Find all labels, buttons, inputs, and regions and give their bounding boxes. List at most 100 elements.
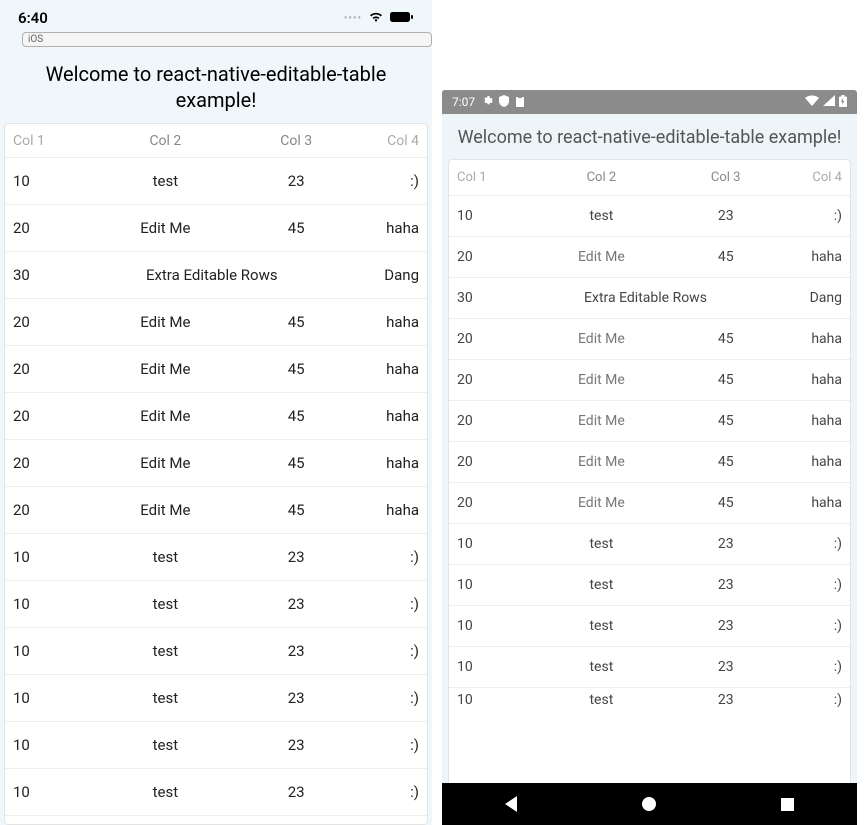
cell[interactable]: 20 <box>449 249 521 265</box>
cell[interactable]: :) <box>770 618 850 634</box>
cell[interactable]: :) <box>343 642 427 660</box>
cell[interactable]: haha <box>343 360 427 378</box>
cell[interactable]: Edit Me <box>81 454 250 472</box>
cell[interactable]: Edit Me <box>521 249 681 265</box>
cell[interactable]: 23 <box>250 736 343 754</box>
cell[interactable]: 20 <box>5 454 81 472</box>
col-header[interactable]: Col 1 <box>5 133 81 149</box>
cell[interactable]: 23 <box>682 692 770 708</box>
cell[interactable]: haha <box>770 331 850 347</box>
cell[interactable]: 45 <box>250 454 343 472</box>
cell[interactable]: test <box>521 692 681 708</box>
cell[interactable]: 10 <box>5 736 81 754</box>
table-row[interactable]: 20Edit Me45haha <box>5 393 427 440</box>
cell[interactable]: 23 <box>250 783 343 801</box>
cell[interactable]: 10 <box>449 618 521 634</box>
cell[interactable]: 45 <box>682 249 770 265</box>
home-button[interactable] <box>642 797 656 811</box>
table-row[interactable]: 10test23:) <box>5 534 427 581</box>
cell[interactable]: haha <box>770 372 850 388</box>
cell[interactable]: 45 <box>250 360 343 378</box>
table-row[interactable]: 10test23:) <box>5 581 427 628</box>
table-row[interactable]: 10test23:) <box>5 722 427 769</box>
cell[interactable]: 45 <box>250 219 343 237</box>
cell[interactable]: :) <box>343 172 427 190</box>
table-row[interactable]: 20Edit Me45haha <box>5 487 427 534</box>
table-row[interactable]: 10test23:) <box>5 158 427 205</box>
cell[interactable]: 20 <box>5 219 81 237</box>
cell[interactable]: haha <box>343 313 427 331</box>
col-header[interactable]: Col 3 <box>250 133 343 149</box>
table-row[interactable]: 30Extra Editable RowsDang <box>5 252 427 299</box>
cell[interactable]: 23 <box>682 618 770 634</box>
cell[interactable]: 10 <box>5 548 81 566</box>
cell[interactable]: 45 <box>250 313 343 331</box>
table-row[interactable]: 20Edit Me45haha <box>449 442 850 483</box>
cell[interactable]: :) <box>343 689 427 707</box>
cell[interactable]: 20 <box>449 413 521 429</box>
cell[interactable]: 10 <box>449 208 521 224</box>
cell[interactable]: :) <box>343 548 427 566</box>
cell[interactable]: Edit Me <box>521 495 681 511</box>
cell[interactable]: 45 <box>682 372 770 388</box>
cell[interactable]: :) <box>343 736 427 754</box>
cell[interactable]: 10 <box>449 536 521 552</box>
cell[interactable]: 23 <box>682 536 770 552</box>
cell[interactable]: 45 <box>250 501 343 519</box>
table-body[interactable]: 10test23:)20Edit Me45haha30Extra Editabl… <box>5 158 427 816</box>
cell[interactable]: 10 <box>449 659 521 675</box>
back-button[interactable] <box>505 796 517 812</box>
cell[interactable]: 23 <box>682 208 770 224</box>
cell-merged[interactable]: Extra Editable Rows <box>81 266 343 284</box>
table-row[interactable]: 10test23:) <box>449 196 850 237</box>
cell[interactable]: test <box>81 642 250 660</box>
col-header[interactable]: Col 4 <box>770 170 850 185</box>
table-body[interactable]: 10test23:)20Edit Me45haha30Extra Editabl… <box>449 196 850 818</box>
cell[interactable]: 23 <box>250 548 343 566</box>
table-row[interactable]: 20Edit Me45haha <box>449 401 850 442</box>
cell[interactable]: haha <box>770 495 850 511</box>
cell[interactable]: Edit Me <box>521 454 681 470</box>
cell[interactable]: Edit Me <box>81 360 250 378</box>
cell[interactable]: :) <box>770 659 850 675</box>
recents-button[interactable] <box>781 798 794 811</box>
col-header[interactable]: Col 1 <box>449 170 521 185</box>
cell[interactable]: 10 <box>5 172 81 190</box>
cell[interactable]: 45 <box>682 495 770 511</box>
table-row[interactable]: 20Edit Me45haha <box>5 346 427 393</box>
table-row[interactable]: 10test23:) <box>5 675 427 722</box>
cell[interactable]: 10 <box>5 642 81 660</box>
cell[interactable]: 10 <box>449 692 521 708</box>
cell[interactable]: haha <box>770 413 850 429</box>
cell[interactable]: test <box>521 208 681 224</box>
table-row[interactable]: 10test23:) <box>449 565 850 606</box>
table-row[interactable]: 20Edit Me45haha <box>449 483 850 524</box>
cell[interactable]: 20 <box>5 407 81 425</box>
cell[interactable]: test <box>81 548 250 566</box>
cell[interactable]: :) <box>770 208 850 224</box>
table-row[interactable]: 10test23:) <box>449 606 850 647</box>
col-header[interactable]: Col 2 <box>521 170 681 185</box>
cell[interactable]: 23 <box>682 659 770 675</box>
cell[interactable]: Edit Me <box>521 372 681 388</box>
table-row[interactable]: 20Edit Me45haha <box>449 237 850 278</box>
cell[interactable]: test <box>81 783 250 801</box>
cell[interactable]: :) <box>343 783 427 801</box>
cell[interactable]: 23 <box>250 595 343 613</box>
cell[interactable]: test <box>521 618 681 634</box>
cell[interactable]: 10 <box>5 783 81 801</box>
cell[interactable]: haha <box>343 454 427 472</box>
table-row[interactable]: 10test23:) <box>449 688 850 712</box>
cell[interactable]: test <box>81 689 250 707</box>
cell[interactable]: 45 <box>682 413 770 429</box>
cell[interactable]: Edit Me <box>521 331 681 347</box>
cell[interactable]: 10 <box>5 689 81 707</box>
cell[interactable]: 45 <box>682 454 770 470</box>
cell[interactable]: test <box>81 736 250 754</box>
table-row[interactable]: 20Edit Me45haha <box>449 319 850 360</box>
cell[interactable]: Edit Me <box>81 501 250 519</box>
table-row[interactable]: 20Edit Me45haha <box>5 299 427 346</box>
table-row[interactable]: 20Edit Me45haha <box>5 205 427 252</box>
cell[interactable]: test <box>81 172 250 190</box>
cell-merged[interactable]: Extra Editable Rows <box>521 290 770 306</box>
